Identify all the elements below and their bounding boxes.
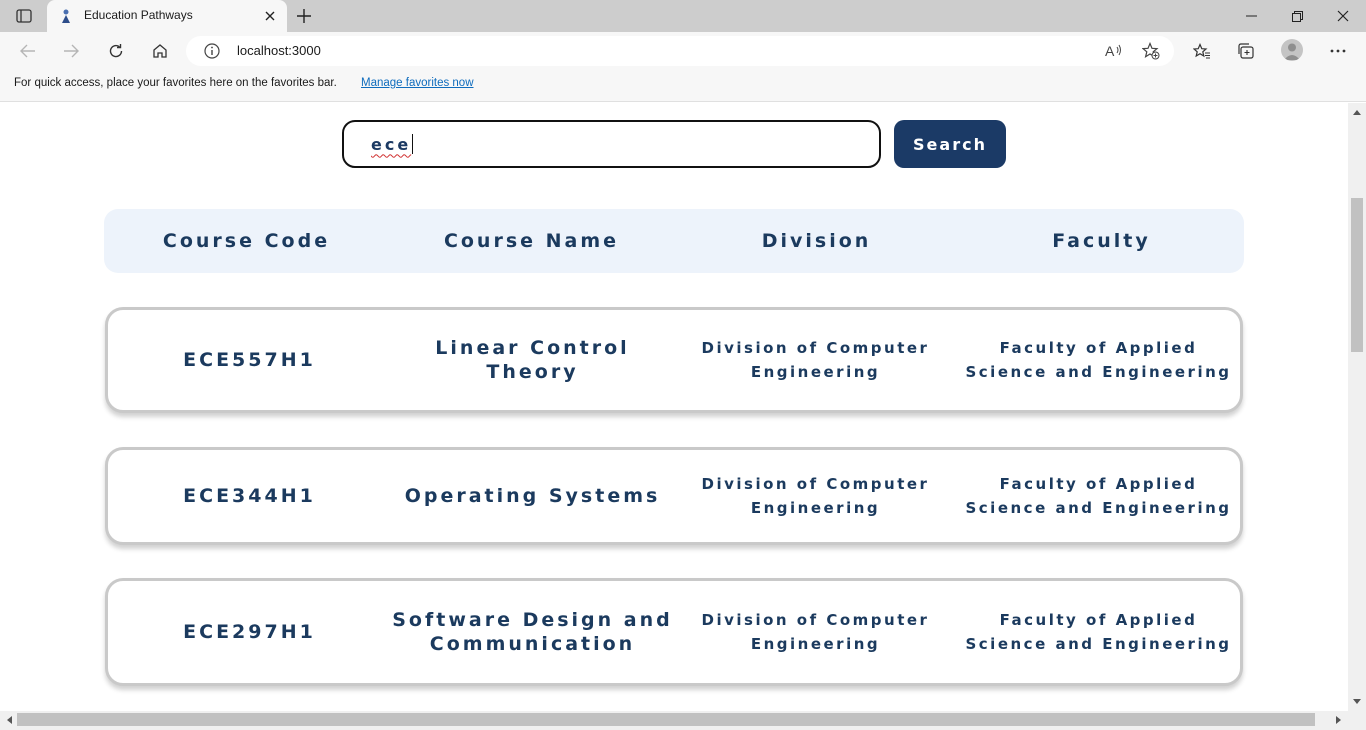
- address-url: localhost:3000: [237, 43, 321, 58]
- scroll-down-arrow-icon[interactable]: [1350, 695, 1364, 709]
- course-name: Software Design and Communication: [391, 608, 674, 656]
- faculty-line: Science and Engineering: [965, 499, 1232, 517]
- course-name-line: Software Design and: [392, 609, 673, 631]
- favorites-message: For quick access, place your favorites h…: [14, 77, 337, 89]
- course-division: Division of Computer Engineering: [674, 608, 957, 656]
- course-code: ECE297H1: [183, 621, 316, 643]
- search-button[interactable]: Search: [894, 120, 1006, 168]
- scroll-right-arrow-icon[interactable]: [1332, 713, 1346, 727]
- close-window-icon[interactable]: [1320, 4, 1366, 28]
- division-line: Division of Computer: [701, 339, 930, 357]
- profile-avatar-icon[interactable]: [1281, 39, 1303, 61]
- division-line: Engineering: [750, 635, 881, 653]
- search-input-value: ece: [371, 134, 412, 154]
- course-faculty: Faculty of Applied Science and Engineeri…: [957, 472, 1240, 520]
- manage-favorites-link[interactable]: Manage favorites now: [361, 77, 474, 89]
- read-aloud-icon[interactable]: A: [1104, 41, 1124, 61]
- course-faculty: Faculty of Applied Science and Engineeri…: [957, 336, 1240, 384]
- site-info-icon[interactable]: [204, 43, 220, 59]
- course-row[interactable]: ECE557H1 Linear Control Theory Division …: [105, 307, 1243, 413]
- browser-tab[interactable]: Education Pathways: [47, 0, 287, 32]
- faculty-line: Science and Engineering: [965, 635, 1232, 653]
- tab-title: Education Pathways: [84, 8, 193, 22]
- tab-actions-icon[interactable]: [8, 5, 40, 27]
- course-division: Division of Computer Engineering: [674, 336, 957, 384]
- header-course-name: Course Name: [443, 230, 620, 252]
- header-faculty: Faculty: [1052, 230, 1151, 252]
- refresh-icon[interactable]: [105, 40, 127, 62]
- site-favicon-icon: [59, 8, 73, 24]
- division-line: Engineering: [750, 499, 881, 517]
- faculty-line: Science and Engineering: [965, 363, 1232, 381]
- new-tab-icon[interactable]: [294, 6, 314, 26]
- favorites-bar: For quick access, place your favorites h…: [0, 70, 1366, 102]
- course-name: Operating Systems: [391, 484, 674, 508]
- page-viewport: ece Search Course Code Course Name Divis…: [0, 103, 1348, 711]
- division-line: Division of Computer: [701, 611, 930, 629]
- home-icon[interactable]: [149, 40, 171, 62]
- results-header-row: Course Code Course Name Division Faculty: [104, 209, 1244, 273]
- course-name-line: Linear Control: [435, 337, 630, 359]
- division-line: Engineering: [750, 363, 881, 381]
- division-line: Division of Computer: [701, 475, 930, 493]
- more-menu-icon[interactable]: [1327, 40, 1349, 62]
- course-code: ECE557H1: [183, 349, 316, 371]
- scroll-left-arrow-icon[interactable]: [2, 713, 16, 727]
- svg-text:A: A: [1105, 43, 1115, 59]
- header-division: Division: [761, 230, 872, 252]
- course-row[interactable]: ECE297H1 Software Design and Communicati…: [105, 578, 1243, 686]
- restore-icon[interactable]: [1274, 4, 1320, 28]
- horizontal-scroll-thumb[interactable]: [17, 713, 1315, 726]
- search-input[interactable]: ece: [342, 120, 881, 168]
- faculty-line: Faculty of Applied: [999, 339, 1198, 357]
- course-division: Division of Computer Engineering: [674, 472, 957, 520]
- course-row[interactable]: ECE344H1 Operating Systems Division of C…: [105, 447, 1243, 545]
- faculty-line: Faculty of Applied: [999, 611, 1198, 629]
- back-arrow-icon[interactable]: [17, 40, 39, 62]
- course-faculty: Faculty of Applied Science and Engineeri…: [957, 608, 1240, 656]
- address-bar[interactable]: localhost:3000 A: [186, 36, 1174, 66]
- favorites-icon[interactable]: [1191, 40, 1213, 62]
- browser-toolbar: localhost:3000 A: [0, 32, 1366, 70]
- course-name: Linear Control Theory: [391, 336, 674, 384]
- close-tab-icon[interactable]: [263, 9, 277, 23]
- browser-tab-bar: Education Pathways: [0, 0, 1366, 32]
- faculty-line: Faculty of Applied: [999, 475, 1198, 493]
- course-name-line: Theory: [486, 361, 579, 383]
- header-course-code: Course Code: [162, 230, 331, 252]
- scroll-up-arrow-icon[interactable]: [1350, 105, 1364, 119]
- text-caret: [412, 134, 414, 154]
- course-code: ECE344H1: [183, 485, 316, 507]
- vertical-scrollbar[interactable]: [1348, 103, 1366, 711]
- course-name-line: Communication: [429, 633, 636, 655]
- course-name-line: Operating Systems: [404, 485, 661, 507]
- vertical-scroll-thumb[interactable]: [1351, 198, 1363, 352]
- forward-arrow-icon[interactable]: [60, 40, 82, 62]
- minimize-icon[interactable]: [1228, 4, 1274, 28]
- add-favorite-icon[interactable]: [1141, 41, 1161, 61]
- collections-icon[interactable]: [1235, 40, 1257, 62]
